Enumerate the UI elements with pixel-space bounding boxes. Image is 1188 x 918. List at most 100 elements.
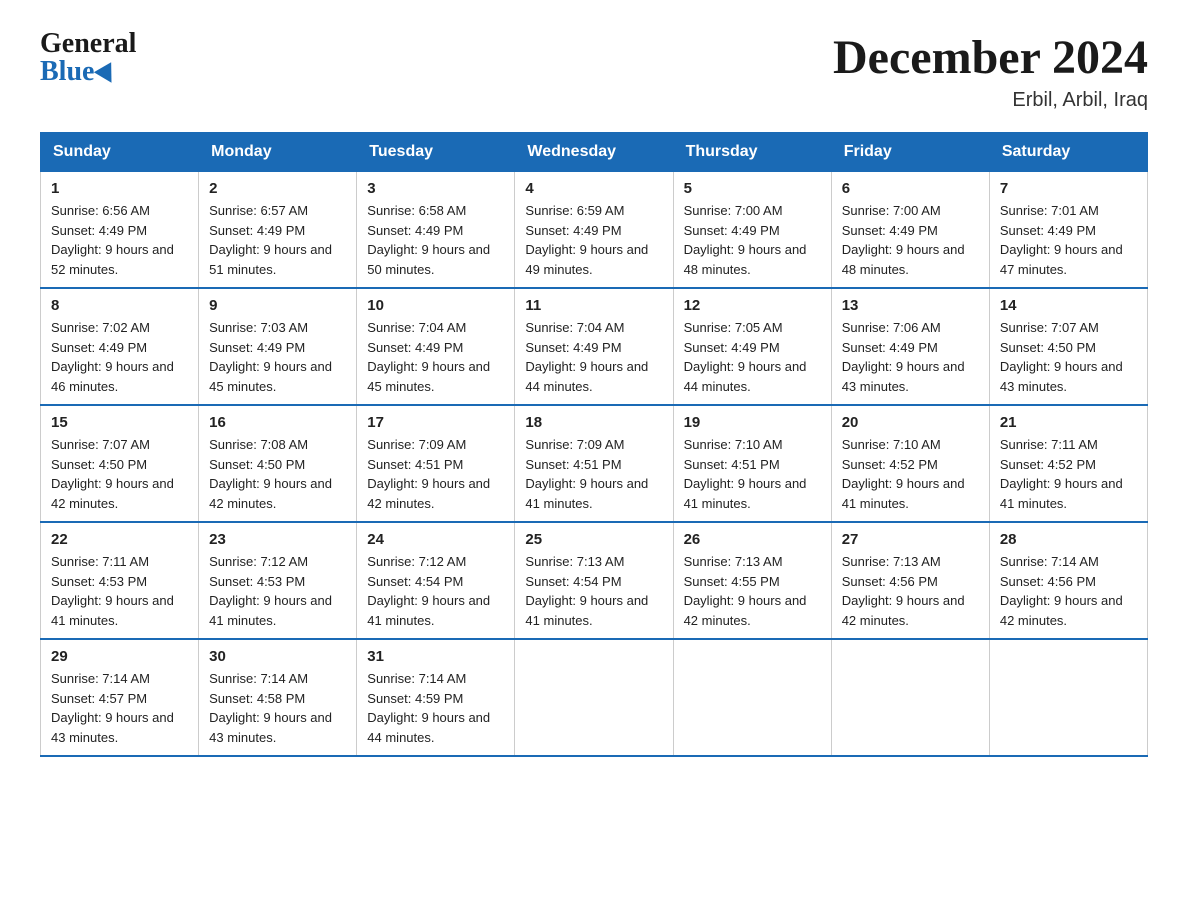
day-info: Sunrise: 7:13 AMSunset: 4:54 PMDaylight:… (525, 552, 662, 630)
empty-cell (673, 639, 831, 756)
day-cell-27: 27 Sunrise: 7:13 AMSunset: 4:56 PMDayligh… (831, 522, 989, 639)
day-number: 28 (1000, 531, 1137, 548)
day-cell-12: 12Sunrise: 7:05 AMSunset: 4:49 PMDayligh… (673, 288, 831, 405)
day-cell-15: 15Sunrise: 7:07 AMSunset: 4:50 PMDayligh… (41, 405, 199, 522)
day-number: 6 (842, 180, 979, 197)
day-cell-22: 22 Sunrise: 7:11 AMSunset: 4:53 PMDayligh… (41, 522, 199, 639)
day-number: 9 (209, 297, 346, 314)
day-info: Sunrise: 7:07 AMSunset: 4:50 PMDaylight:… (1000, 318, 1137, 396)
day-number: 11 (525, 297, 662, 314)
day-info: Sunrise: 7:04 AMSunset: 4:49 PMDaylight:… (367, 318, 504, 396)
day-cell-20: 20Sunrise: 7:10 AMSunset: 4:52 PMDayligh… (831, 405, 989, 522)
day-info: Sunrise: 7:05 AMSunset: 4:49 PMDaylight:… (684, 318, 821, 396)
day-info: Sunrise: 7:04 AMSunset: 4:49 PMDaylight:… (525, 318, 662, 396)
day-info: Sunrise: 6:56 AMSunset: 4:49 PMDaylight:… (51, 201, 188, 279)
day-cell-2: 2 Sunrise: 6:57 AMSunset: 4:49 PMDaylight… (199, 172, 357, 289)
day-info: Sunrise: 7:01 AMSunset: 4:49 PMDaylight:… (1000, 201, 1137, 279)
day-cell-29: 29Sunrise: 7:14 AMSunset: 4:57 PMDayligh… (41, 639, 199, 756)
day-number: 30 (209, 648, 346, 665)
day-info: Sunrise: 7:12 AMSunset: 4:54 PMDaylight:… (367, 552, 504, 630)
day-info: Sunrise: 7:13 AMSunset: 4:55 PMDaylight:… (684, 552, 821, 630)
day-number: 16 (209, 414, 346, 431)
logo-triangle-icon (94, 62, 120, 88)
weekday-header-sunday: Sunday (41, 133, 199, 172)
day-cell-17: 17 Sunrise: 7:09 AMSunset: 4:51 PMDayligh… (357, 405, 515, 522)
day-info: Sunrise: 6:59 AMSunset: 4:49 PMDaylight:… (525, 201, 662, 279)
day-number: 3 (367, 180, 504, 197)
week-row-5: 29Sunrise: 7:14 AMSunset: 4:57 PMDayligh… (41, 639, 1148, 756)
day-number: 17 (367, 414, 504, 431)
day-number: 7 (1000, 180, 1137, 197)
day-cell-10: 10 Sunrise: 7:04 AMSunset: 4:49 PMDayligh… (357, 288, 515, 405)
day-info: Sunrise: 7:14 AMSunset: 4:58 PMDaylight:… (209, 669, 346, 747)
day-cell-19: 19 Sunrise: 7:10 AMSunset: 4:51 PMDayligh… (673, 405, 831, 522)
day-info: Sunrise: 7:13 AMSunset: 4:56 PMDaylight:… (842, 552, 979, 630)
weekday-header-thursday: Thursday (673, 133, 831, 172)
week-row-2: 8 Sunrise: 7:02 AMSunset: 4:49 PMDaylight… (41, 288, 1148, 405)
empty-cell (989, 639, 1147, 756)
day-number: 8 (51, 297, 188, 314)
day-number: 21 (1000, 414, 1137, 431)
day-info: Sunrise: 7:02 AMSunset: 4:49 PMDaylight:… (51, 318, 188, 396)
day-info: Sunrise: 7:03 AMSunset: 4:49 PMDaylight:… (209, 318, 346, 396)
day-number: 22 (51, 531, 188, 548)
day-cell-14: 14Sunrise: 7:07 AMSunset: 4:50 PMDayligh… (989, 288, 1147, 405)
logo: General Blue (40, 30, 136, 86)
day-info: Sunrise: 7:09 AMSunset: 4:51 PMDaylight:… (367, 435, 504, 513)
day-number: 2 (209, 180, 346, 197)
day-number: 18 (525, 414, 662, 431)
day-number: 10 (367, 297, 504, 314)
day-number: 24 (367, 531, 504, 548)
weekday-header-friday: Friday (831, 133, 989, 172)
day-info: Sunrise: 7:11 AMSunset: 4:52 PMDaylight:… (1000, 435, 1137, 513)
day-cell-26: 26Sunrise: 7:13 AMSunset: 4:55 PMDayligh… (673, 522, 831, 639)
weekday-header-saturday: Saturday (989, 133, 1147, 172)
day-cell-21: 21 Sunrise: 7:11 AMSunset: 4:52 PMDayligh… (989, 405, 1147, 522)
title-area: December 2024 Erbil, Arbil, Iraq (833, 30, 1148, 112)
day-info: Sunrise: 7:06 AMSunset: 4:49 PMDaylight:… (842, 318, 979, 396)
empty-cell (831, 639, 989, 756)
day-cell-13: 13 Sunrise: 7:06 AMSunset: 4:49 PMDayligh… (831, 288, 989, 405)
day-cell-7: 7 Sunrise: 7:01 AMSunset: 4:49 PMDaylight… (989, 172, 1147, 289)
day-number: 27 (842, 531, 979, 548)
day-cell-6: 6 Sunrise: 7:00 AMSunset: 4:49 PMDaylight… (831, 172, 989, 289)
day-cell-4: 4Sunrise: 6:59 AMSunset: 4:49 PMDaylight… (515, 172, 673, 289)
day-number: 29 (51, 648, 188, 665)
page-header: General Blue December 2024 Erbil, Arbil,… (40, 30, 1148, 112)
day-cell-28: 28 Sunrise: 7:14 AMSunset: 4:56 PMDayligh… (989, 522, 1147, 639)
day-cell-25: 25Sunrise: 7:13 AMSunset: 4:54 PMDayligh… (515, 522, 673, 639)
day-cell-11: 11 Sunrise: 7:04 AMSunset: 4:49 PMDayligh… (515, 288, 673, 405)
day-info: Sunrise: 7:10 AMSunset: 4:51 PMDaylight:… (684, 435, 821, 513)
week-row-3: 15Sunrise: 7:07 AMSunset: 4:50 PMDayligh… (41, 405, 1148, 522)
day-number: 13 (842, 297, 979, 314)
day-cell-23: 23Sunrise: 7:12 AMSunset: 4:53 PMDayligh… (199, 522, 357, 639)
day-info: Sunrise: 6:57 AMSunset: 4:49 PMDaylight:… (209, 201, 346, 279)
day-info: Sunrise: 7:14 AMSunset: 4:59 PMDaylight:… (367, 669, 504, 747)
day-cell-18: 18 Sunrise: 7:09 AMSunset: 4:51 PMDayligh… (515, 405, 673, 522)
day-cell-9: 9 Sunrise: 7:03 AMSunset: 4:49 PMDaylight… (199, 288, 357, 405)
day-cell-30: 30 Sunrise: 7:14 AMSunset: 4:58 PMDayligh… (199, 639, 357, 756)
day-cell-3: 3 Sunrise: 6:58 AMSunset: 4:49 PMDaylight… (357, 172, 515, 289)
calendar-table: SundayMondayTuesdayWednesdayThursdayFrid… (40, 132, 1148, 757)
day-info: Sunrise: 6:58 AMSunset: 4:49 PMDaylight:… (367, 201, 504, 279)
day-info: Sunrise: 7:14 AMSunset: 4:56 PMDaylight:… (1000, 552, 1137, 630)
day-info: Sunrise: 7:10 AMSunset: 4:52 PMDaylight:… (842, 435, 979, 513)
logo-blue-text: Blue (40, 58, 136, 86)
day-number: 23 (209, 531, 346, 548)
day-number: 1 (51, 180, 188, 197)
day-cell-16: 16 Sunrise: 7:08 AMSunset: 4:50 PMDayligh… (199, 405, 357, 522)
empty-cell (515, 639, 673, 756)
logo-general-text: General (40, 30, 136, 58)
day-info: Sunrise: 7:11 AMSunset: 4:53 PMDaylight:… (51, 552, 188, 630)
day-info: Sunrise: 7:09 AMSunset: 4:51 PMDaylight:… (525, 435, 662, 513)
day-info: Sunrise: 7:08 AMSunset: 4:50 PMDaylight:… (209, 435, 346, 513)
day-number: 15 (51, 414, 188, 431)
day-number: 19 (684, 414, 821, 431)
day-cell-5: 5Sunrise: 7:00 AMSunset: 4:49 PMDaylight… (673, 172, 831, 289)
weekday-header-tuesday: Tuesday (357, 133, 515, 172)
day-cell-1: 1 Sunrise: 6:56 AMSunset: 4:49 PMDaylight… (41, 172, 199, 289)
month-title: December 2024 (833, 30, 1148, 85)
week-row-4: 22 Sunrise: 7:11 AMSunset: 4:53 PMDayligh… (41, 522, 1148, 639)
day-info: Sunrise: 7:00 AMSunset: 4:49 PMDaylight:… (842, 201, 979, 279)
week-row-1: 1 Sunrise: 6:56 AMSunset: 4:49 PMDaylight… (41, 172, 1148, 289)
